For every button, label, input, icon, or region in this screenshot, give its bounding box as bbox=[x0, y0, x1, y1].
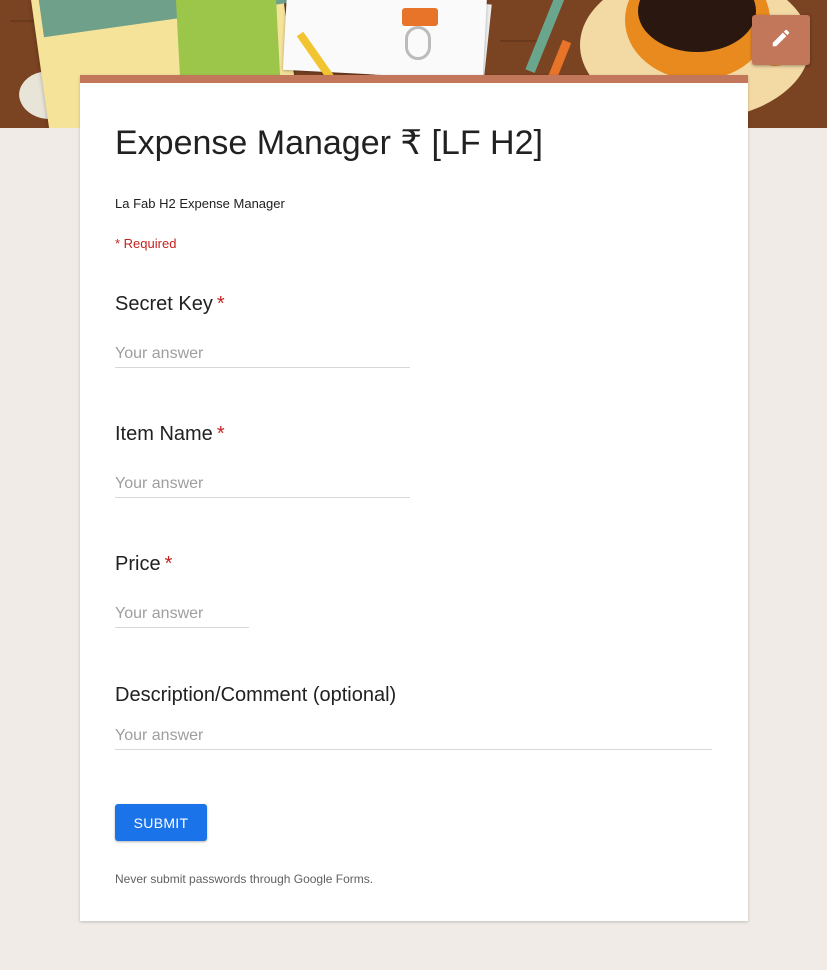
required-note: * Required bbox=[115, 236, 177, 251]
form-title: Expense Manager ₹ [LF H2] bbox=[115, 124, 543, 162]
form-description: La Fab H2 Expense Manager bbox=[115, 196, 285, 211]
description-comment-input[interactable] bbox=[115, 723, 712, 750]
question-label-price: Price * bbox=[115, 553, 172, 576]
form-card: Expense Manager ₹ [LF H2] La Fab H2 Expe… bbox=[80, 75, 748, 921]
question-label-description: Description/Comment (optional) bbox=[115, 684, 396, 707]
required-asterisk: * bbox=[216, 293, 225, 315]
question-title: Price bbox=[115, 553, 161, 575]
submit-button[interactable]: SUBMIT bbox=[115, 804, 207, 841]
question-title: Item Name bbox=[115, 423, 213, 445]
secret-key-input[interactable] bbox=[115, 341, 410, 368]
question-title: Description/Comment (optional) bbox=[115, 684, 397, 706]
question-title: Secret Key bbox=[115, 293, 213, 315]
required-asterisk: * bbox=[164, 553, 173, 575]
price-input[interactable] bbox=[115, 601, 249, 628]
question-label-secret-key: Secret Key * bbox=[115, 293, 225, 316]
edit-form-button[interactable] bbox=[752, 15, 810, 65]
required-asterisk: * bbox=[216, 423, 225, 445]
item-name-input[interactable] bbox=[115, 471, 410, 498]
password-warning-note: Never submit passwords through Google Fo… bbox=[115, 872, 374, 886]
pencil-icon bbox=[770, 27, 792, 54]
question-label-item-name: Item Name * bbox=[115, 423, 225, 446]
